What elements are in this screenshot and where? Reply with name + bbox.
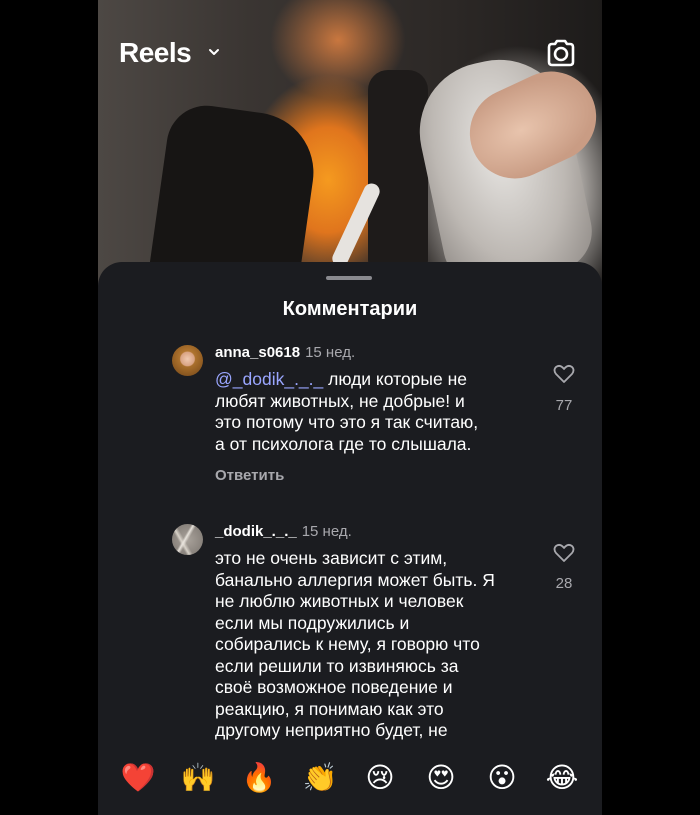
avatar[interactable] [172, 524, 203, 555]
comment-username[interactable]: _dodik_._._ [215, 523, 297, 540]
reels-title[interactable]: Reels [119, 37, 192, 69]
comment-text: @_dodik_._._ люди которые не любят живот… [215, 369, 535, 455]
comment-text-line: другому неприятно будет, не [215, 720, 448, 740]
heart-icon[interactable] [553, 543, 575, 563]
comment-time: 15 нед. [305, 344, 356, 361]
camera-icon[interactable] [544, 36, 578, 70]
reply-button[interactable]: Ответить [215, 467, 284, 484]
phone-screen: Reels Комментарии anna_s0618 15 нед. @_do… [98, 0, 602, 815]
sheet-title: Комментарии [282, 298, 418, 320]
like-count: 28 [555, 575, 573, 592]
emoji-heart-eyes[interactable]: 😍 [421, 761, 461, 795]
comment-text-line: а от психолога где то слышала. [215, 433, 472, 454]
comments-sheet: Комментарии anna_s0618 15 нед. @_dodik_._… [98, 262, 602, 815]
comment-text-line: если мы подружились и [215, 612, 410, 633]
heart-icon[interactable] [553, 364, 575, 384]
emoji-reaction-bar: ❤️ 🙌 🔥 👏 😢 😍 😮 😂 [98, 742, 602, 815]
comment-meta: _dodik_._._ 15 нед. [215, 523, 352, 540]
comment-text: это не очень зависит с этим, банально ал… [215, 548, 535, 742]
sheet-grab-handle[interactable] [326, 276, 372, 280]
reels-header: Reels [98, 0, 602, 100]
emoji-clapping[interactable]: 👏 [300, 761, 340, 795]
like-count: 77 [555, 397, 573, 414]
comment-text-line: любят животных, не добрые! и [215, 390, 465, 411]
comment-text-line: люди которые не [323, 369, 467, 389]
comment-username[interactable]: anna_s0618 [215, 344, 300, 361]
video-shirt-strap [368, 70, 428, 280]
emoji-fire[interactable]: 🔥 [239, 761, 279, 795]
comment-text-line: не люблю животных и человек [215, 591, 464, 611]
chevron-down-icon[interactable] [208, 46, 220, 58]
emoji-surprised[interactable]: 😮 [482, 761, 522, 795]
comment-text-line: это не очень зависит с этим, [215, 548, 448, 568]
comment-mention[interactable]: @_dodik_._._ [215, 369, 323, 389]
comment-text-line: если решили то извиняюсь за [215, 655, 459, 676]
avatar[interactable] [172, 345, 203, 376]
emoji-laughing[interactable]: 😂 [542, 761, 582, 795]
comment-text-line: своё возможное поведение и [215, 677, 453, 697]
comment-meta: anna_s0618 15 нед. [215, 344, 355, 361]
emoji-raised-hands[interactable]: 🙌 [178, 761, 218, 795]
emoji-crying[interactable]: 😢 [360, 761, 400, 795]
comment-text-line: реакцию, я понимаю как это [215, 698, 444, 719]
comment-text-line: собирались к нему, я говорю что [215, 634, 480, 654]
comment-time: 15 нед. [301, 523, 352, 540]
comment-text-line: банально аллергия может быть. Я [215, 569, 495, 590]
emoji-heart[interactable]: ❤️ [118, 761, 158, 795]
comment-text-line: это потому что это я так считаю, [215, 412, 479, 432]
